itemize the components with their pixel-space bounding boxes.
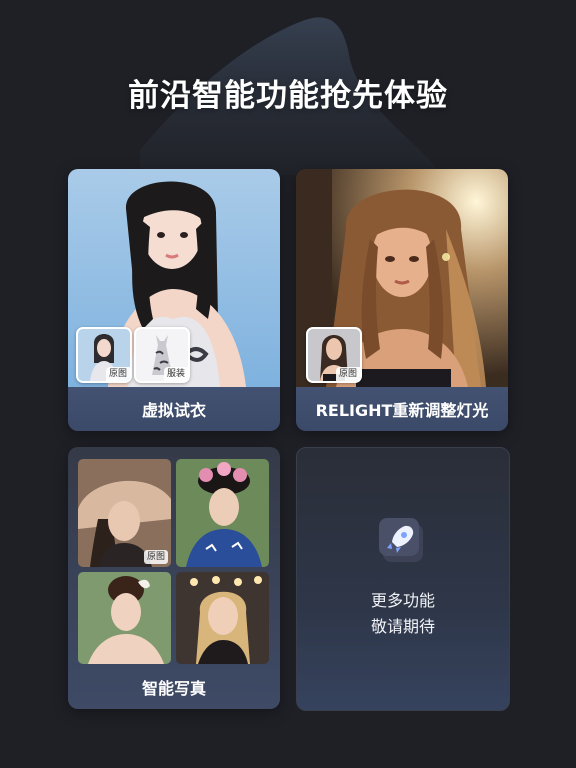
- portrait-tile-traditional[interactable]: [176, 459, 269, 567]
- thumbnail-original-label: 原图: [105, 367, 130, 381]
- more-features-text: 更多功能 敬请期待: [297, 588, 509, 640]
- portrait-tile-image: [78, 572, 171, 664]
- smart-portrait-card[interactable]: 原图 智能写真: [68, 447, 280, 709]
- tile-original-label: 原图: [143, 550, 168, 564]
- relight-original-thumbnail[interactable]: 原图: [306, 327, 362, 383]
- tryon-clothes-thumbnail[interactable]: 服装: [134, 327, 190, 383]
- tryon-original-thumbnail[interactable]: 原图: [76, 327, 132, 383]
- relight-card[interactable]: 原图 RELIGHT重新调整灯光: [296, 169, 508, 431]
- more-features-line1: 更多功能: [370, 591, 435, 610]
- relight-card-label: RELIGHT重新调整灯光: [296, 387, 508, 431]
- page-headline: 前沿智能功能抢先体验: [128, 78, 448, 114]
- portrait-tile-classic[interactable]: [78, 572, 171, 664]
- portrait-tile-image: [176, 572, 269, 664]
- portrait-tile-blonde[interactable]: [176, 572, 269, 664]
- portrait-tile-hat[interactable]: 原图: [78, 459, 171, 567]
- virtual-tryon-card[interactable]: 原图 服装 虚拟试衣: [68, 169, 280, 431]
- tryon-card-label: 虚拟试衣: [68, 387, 280, 431]
- portrait-card-label: 智能写真: [141, 679, 206, 698]
- portrait-tile-image: [176, 459, 269, 567]
- rocket-icon: [377, 516, 425, 564]
- thumbnail-clothes-label: 服装: [163, 367, 188, 381]
- more-features-line2: 敬请期待: [370, 617, 435, 636]
- more-features-card: 更多功能 敬请期待: [296, 447, 510, 711]
- thumbnail-original-label: 原图: [335, 367, 360, 381]
